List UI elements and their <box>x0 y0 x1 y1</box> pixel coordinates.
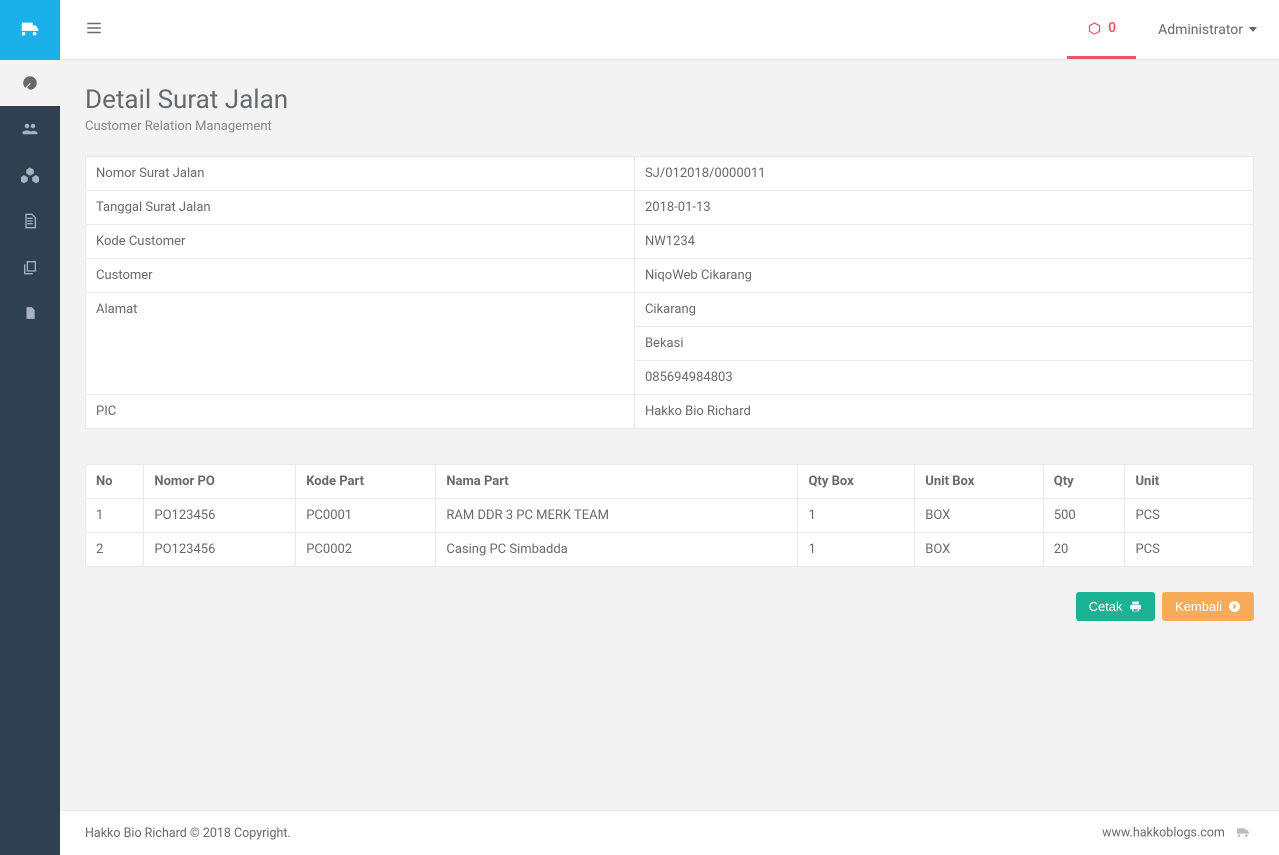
topbar-admin-dropdown[interactable]: Administrator <box>1136 0 1279 59</box>
detail-label: PIC <box>86 395 635 429</box>
items-header-row: No Nomor PO Kode Part Nama Part Qty Box … <box>86 465 1254 499</box>
cell-nomor_po: PO123456 <box>144 533 296 567</box>
cubes-icon <box>21 166 39 184</box>
cell-no: 2 <box>86 533 144 567</box>
truck-icon <box>19 19 41 41</box>
print-icon <box>1129 600 1142 613</box>
col-unit-box: Unit Box <box>915 465 1043 499</box>
footer-site-label: www.hakkoblogs.com <box>1102 825 1225 840</box>
sidebar-item-packages[interactable] <box>0 152 60 198</box>
detail-row-customer: Customer NiqoWeb Cikarang <box>86 259 1254 293</box>
cell-kode_part: PC0002 <box>296 533 436 567</box>
col-qty: Qty <box>1043 465 1125 499</box>
col-unit: Unit <box>1125 465 1254 499</box>
sidebar-item-copy[interactable] <box>0 244 60 290</box>
cell-unit_box: BOX <box>915 499 1043 533</box>
box-count-value: 0 <box>1108 20 1116 36</box>
cell-nama_part: RAM DDR 3 PC MERK TEAM <box>436 499 798 533</box>
gauge-icon <box>21 74 39 92</box>
detail-label: Customer <box>86 259 635 293</box>
detail-row-pic: PIC Hakko Bio Richard <box>86 395 1254 429</box>
detail-value: Cikarang <box>634 293 1253 327</box>
detail-row-alamat: Alamat Cikarang <box>86 293 1254 327</box>
cetak-button[interactable]: Cetak <box>1076 592 1155 621</box>
cell-unit: PCS <box>1125 499 1254 533</box>
footer: Hakko Bio Richard © 2018 Copyright. www.… <box>60 810 1279 855</box>
cell-qty: 500 <box>1043 499 1125 533</box>
file-icon <box>23 305 37 321</box>
sidebar-item-file[interactable] <box>0 290 60 336</box>
detail-row-nomor: Nomor Surat Jalan SJ/012018/0000011 <box>86 157 1254 191</box>
items-table: No Nomor PO Kode Part Nama Part Qty Box … <box>85 464 1254 567</box>
kembali-label: Kembali <box>1175 599 1222 614</box>
table-row: 2PO123456PC0002Casing PC Simbadda1BOX20P… <box>86 533 1254 567</box>
admin-label: Administrator <box>1158 22 1243 38</box>
topbar-box-count[interactable]: 0 <box>1067 0 1136 59</box>
sidebar <box>0 0 60 855</box>
file-text-icon <box>22 213 38 229</box>
cube-icon <box>1087 21 1102 36</box>
caret-down-icon <box>1249 27 1257 32</box>
detail-label: Tanggal Surat Jalan <box>86 191 635 225</box>
detail-value: NiqoWeb Cikarang <box>634 259 1253 293</box>
page-subtitle: Customer Relation Management <box>85 119 1254 134</box>
action-buttons: Cetak Kembali <box>85 592 1254 621</box>
sidebar-item-dashboard[interactable] <box>0 60 60 106</box>
detail-value: SJ/012018/0000011 <box>634 157 1253 191</box>
cetak-label: Cetak <box>1089 599 1123 614</box>
sidebar-logo[interactable] <box>0 0 60 60</box>
bars-icon <box>85 19 103 37</box>
menu-toggle-button[interactable] <box>85 18 103 42</box>
detail-label: Alamat <box>86 293 635 395</box>
copy-icon <box>22 259 38 275</box>
cell-unit: PCS <box>1125 533 1254 567</box>
detail-label: Nomor Surat Jalan <box>86 157 635 191</box>
truck-icon <box>1232 825 1254 841</box>
cell-no: 1 <box>86 499 144 533</box>
footer-site[interactable]: www.hakkoblogs.com <box>1102 825 1254 841</box>
detail-label: Kode Customer <box>86 225 635 259</box>
detail-value: NW1234 <box>634 225 1253 259</box>
topbar: 0 Administrator <box>60 0 1279 60</box>
col-kode-part: Kode Part <box>296 465 436 499</box>
col-qty-box: Qty Box <box>798 465 915 499</box>
cell-qty: 20 <box>1043 533 1125 567</box>
detail-row-kode-customer: Kode Customer NW1234 <box>86 225 1254 259</box>
col-no: No <box>86 465 144 499</box>
detail-row-tanggal: Tanggal Surat Jalan 2018-01-13 <box>86 191 1254 225</box>
table-row: 1PO123456PC0001RAM DDR 3 PC MERK TEAM1BO… <box>86 499 1254 533</box>
detail-value: Hakko Bio Richard <box>634 395 1253 429</box>
sidebar-item-users[interactable] <box>0 106 60 152</box>
col-nama-part: Nama Part <box>436 465 798 499</box>
detail-table: Nomor Surat Jalan SJ/012018/0000011 Tang… <box>85 156 1254 429</box>
kembali-button[interactable]: Kembali <box>1162 592 1254 621</box>
footer-copyright: Hakko Bio Richard © 2018 Copyright. <box>85 826 291 841</box>
detail-value: 2018-01-13 <box>634 191 1253 225</box>
arrow-right-circle-icon <box>1228 600 1241 613</box>
detail-value: Bekasi <box>634 327 1253 361</box>
detail-value: 085694984803 <box>634 361 1253 395</box>
col-nomor-po: Nomor PO <box>144 465 296 499</box>
content: Detail Surat Jalan Customer Relation Man… <box>60 60 1279 810</box>
cell-nomor_po: PO123456 <box>144 499 296 533</box>
cell-qty_box: 1 <box>798 499 915 533</box>
cell-qty_box: 1 <box>798 533 915 567</box>
users-icon <box>21 120 39 138</box>
cell-nama_part: Casing PC Simbadda <box>436 533 798 567</box>
sidebar-item-document[interactable] <box>0 198 60 244</box>
page-title: Detail Surat Jalan <box>85 85 1254 115</box>
cell-unit_box: BOX <box>915 533 1043 567</box>
cell-kode_part: PC0001 <box>296 499 436 533</box>
